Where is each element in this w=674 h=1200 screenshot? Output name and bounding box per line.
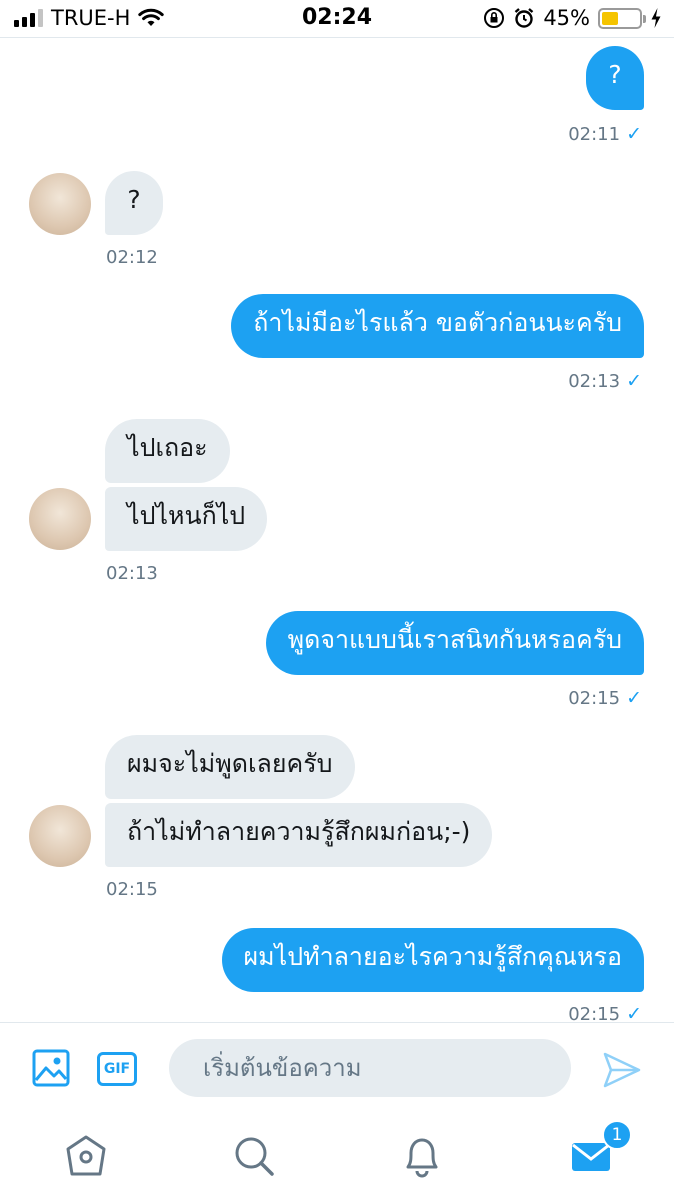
status-bar: TRUE-H 02:24 45% bbox=[0, 0, 674, 38]
avatar[interactable] bbox=[29, 805, 91, 867]
outgoing-message[interactable]: ผมไปทำลายอะไรความรู้สึกคุณหรอ bbox=[221, 928, 644, 992]
battery-icon bbox=[598, 7, 646, 29]
message-timestamp: 02:12 bbox=[106, 247, 158, 268]
message-timestamp: 02:15 bbox=[106, 879, 158, 900]
incoming-message[interactable]: ผมจะไม่พูดเลยครับ bbox=[105, 735, 355, 799]
battery-fill bbox=[602, 11, 619, 25]
read-check-icon: ✓ bbox=[626, 687, 642, 709]
notifications-icon[interactable] bbox=[398, 1132, 446, 1180]
conversation-thread[interactable]: ? 02:11 ✓ ? 02:12 ถ้าไม่มีอะไรแล้ว ขอตัวก… bbox=[0, 39, 674, 1023]
charging-icon bbox=[651, 8, 661, 28]
read-check-icon: ✓ bbox=[626, 1003, 642, 1023]
status-right: 45% bbox=[483, 6, 662, 30]
message-timestamp: 02:15 ✓ bbox=[568, 1003, 642, 1023]
timestamp-text: 02:13 bbox=[568, 371, 621, 392]
outgoing-message[interactable]: พูดจาแบบนี้เราสนิทกันหรอครับ bbox=[265, 611, 644, 675]
compose-bar: GIF bbox=[0, 1022, 674, 1114]
outgoing-message[interactable]: ถ้าไม่มีอะไรแล้ว ขอตัวก่อนนะครับ bbox=[231, 294, 644, 358]
battery-percent: 45% bbox=[543, 6, 590, 30]
timestamp-text: 02:15 bbox=[568, 688, 621, 709]
message-input[interactable] bbox=[169, 1039, 571, 1097]
timestamp-text: 02:11 bbox=[568, 124, 621, 145]
read-check-icon: ✓ bbox=[626, 370, 642, 392]
read-check-icon: ✓ bbox=[626, 123, 642, 145]
incoming-message[interactable]: ไปเถอะ bbox=[105, 419, 230, 483]
home-icon[interactable] bbox=[62, 1132, 110, 1180]
incoming-message[interactable]: ? bbox=[105, 171, 163, 235]
incoming-message[interactable]: ไปไหนก็ไป bbox=[105, 487, 268, 551]
timestamp-text: 02:15 bbox=[568, 1004, 621, 1023]
send-icon[interactable] bbox=[602, 1051, 642, 1089]
message-timestamp: 02:13 ✓ bbox=[568, 370, 642, 392]
unread-badge: 1 bbox=[602, 1120, 632, 1150]
outgoing-message[interactable]: ? bbox=[586, 46, 644, 110]
orientation-lock-icon bbox=[484, 8, 505, 28]
search-icon[interactable] bbox=[230, 1132, 278, 1180]
message-timestamp: 02:11 ✓ bbox=[568, 123, 642, 145]
message-timestamp: 02:13 bbox=[106, 563, 158, 584]
incoming-message[interactable]: ถ้าไม่ทำลายความรู้สึกผมก่อน;-) bbox=[105, 803, 493, 867]
message-timestamp: 02:15 ✓ bbox=[568, 687, 642, 709]
tab-bar: 1 bbox=[0, 1114, 674, 1200]
avatar[interactable] bbox=[29, 173, 91, 235]
gif-button[interactable]: GIF bbox=[97, 1052, 137, 1086]
avatar[interactable] bbox=[29, 488, 91, 550]
tab-messages[interactable]: 1 bbox=[570, 1120, 632, 1180]
image-icon[interactable] bbox=[32, 1049, 70, 1087]
alarm-icon bbox=[515, 8, 534, 28]
